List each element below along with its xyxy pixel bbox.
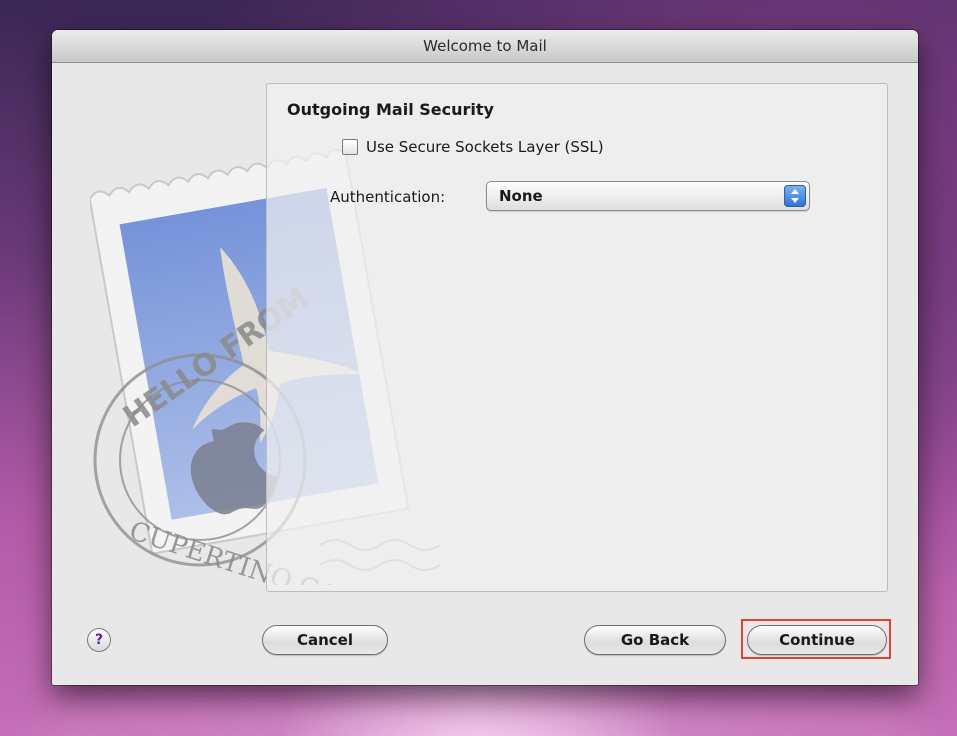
ssl-checkbox-label: Use Secure Sockets Layer (SSL) xyxy=(366,138,604,156)
window-title: Welcome to Mail xyxy=(423,37,547,55)
go-back-button[interactable]: Go Back xyxy=(584,625,726,655)
up-down-arrows-icon[interactable] xyxy=(784,185,806,207)
authentication-popup[interactable]: None xyxy=(486,181,810,211)
settings-panel: Outgoing Mail Security Use Secure Socket… xyxy=(266,83,888,592)
authentication-label: Authentication: xyxy=(330,188,446,206)
welcome-to-mail-window: Welcome to Mail HELLO FROM CUPERTINO CA … xyxy=(52,30,918,685)
section-title: Outgoing Mail Security xyxy=(287,100,494,119)
help-button[interactable]: ? xyxy=(87,628,111,652)
cancel-button[interactable]: Cancel xyxy=(262,625,388,655)
continue-button[interactable]: Continue xyxy=(747,625,887,655)
authentication-selected-value: None xyxy=(499,187,543,205)
ssl-checkbox-row[interactable]: Use Secure Sockets Layer (SSL) xyxy=(342,138,604,156)
window-titlebar[interactable]: Welcome to Mail xyxy=(52,30,918,63)
ssl-checkbox[interactable] xyxy=(342,139,358,155)
